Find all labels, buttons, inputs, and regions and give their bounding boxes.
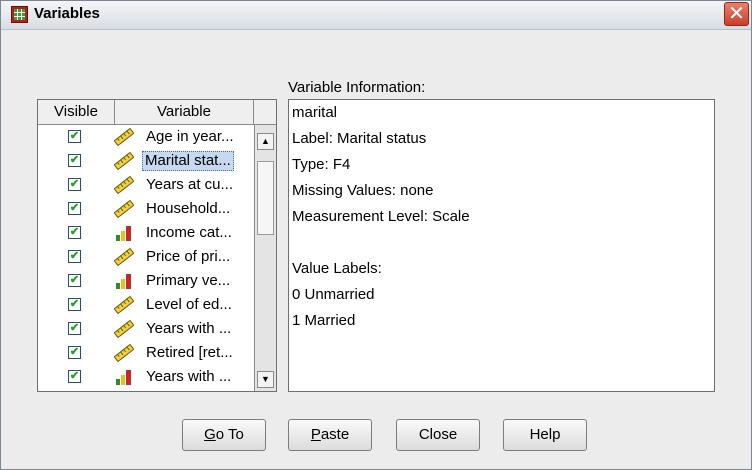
variable-list[interactable]: Visible Variable ✔ Age in year... ✔ Marital… [37, 99, 277, 392]
variable-row-label: Years at cu... [146, 176, 233, 193]
info-line: Missing Values: none [292, 182, 434, 199]
variable-row[interactable]: ✔ Level of ed... [38, 293, 254, 317]
close-window-button[interactable]: ✕ [724, 2, 749, 26]
go-to-mnemonic: G [204, 426, 216, 443]
variable-row[interactable]: ✔ Household... [38, 197, 254, 221]
variable-row[interactable]: ✔ Age in year... [38, 125, 254, 149]
visible-checkbox[interactable]: ✔ [68, 322, 81, 335]
variable-row-label: Years with ... [146, 320, 232, 337]
visible-checkbox[interactable]: ✔ [68, 274, 81, 287]
scale-ruler-icon [113, 319, 135, 339]
variable-row-label: Level of ed... [146, 296, 232, 313]
info-line: marital [292, 104, 338, 121]
info-line: Label: Marital status [292, 130, 427, 147]
variable-row[interactable]: ✔ Years with ... [38, 317, 254, 341]
window-title: Variables [34, 5, 100, 22]
variable-row[interactable]: ✔ Income cat... [38, 221, 254, 245]
ordinal-bars-icon [114, 272, 134, 290]
variable-row-label: Household... [146, 200, 231, 217]
list-header: Visible Variable [38, 100, 276, 125]
app-grid-icon [11, 6, 28, 23]
scale-ruler-icon [113, 343, 135, 363]
visible-checkbox[interactable]: ✔ [68, 346, 81, 359]
scale-ruler-icon [113, 127, 135, 147]
help-button[interactable]: Help [503, 419, 587, 451]
column-header-spacer [254, 100, 276, 124]
visible-checkbox[interactable]: ✔ [68, 370, 81, 383]
visible-checkbox[interactable]: ✔ [68, 130, 81, 143]
info-line: 0 Unmarried [292, 286, 375, 303]
paste-button[interactable]: Paste [288, 419, 372, 451]
title-bar: Variables ✕ [1, 1, 751, 30]
variable-row-label: Primary ve... [146, 272, 231, 289]
visible-checkbox[interactable]: ✔ [68, 298, 81, 311]
variable-row[interactable]: ✔ Price of pri... [38, 245, 254, 269]
vertical-scrollbar[interactable]: ▲ ▼ [254, 125, 276, 391]
scale-ruler-icon [113, 199, 135, 219]
variable-information-box: marital Label: Marital status Type: F4 Miss… [288, 99, 715, 392]
scale-ruler-icon [113, 295, 135, 315]
go-to-button[interactable]: Go To [182, 419, 266, 451]
scale-ruler-icon [113, 175, 135, 195]
visible-checkbox[interactable]: ✔ [68, 178, 81, 191]
close-button[interactable]: Close [396, 419, 480, 451]
scroll-down-button[interactable]: ▼ [257, 371, 274, 388]
variable-row[interactable]: ✔ Marital stat... [38, 149, 254, 173]
visible-checkbox[interactable]: ✔ [68, 226, 81, 239]
info-line: 1 Married [292, 312, 356, 329]
variable-rows: ✔ Age in year... ✔ Marital stat... ✔ Years at… [38, 125, 254, 389]
variable-row-label: Years with ... [146, 368, 232, 385]
column-header-variable[interactable]: Variable [115, 100, 254, 124]
variables-dialog: Variables ✕ Variable Information: Visibl… [0, 0, 752, 470]
variable-row[interactable]: ✔ Retired [ret... [38, 341, 254, 365]
variable-row[interactable]: ✔ Years at cu... [38, 173, 254, 197]
scale-ruler-icon [113, 247, 135, 267]
variable-row[interactable]: ✔ Primary ve... [38, 269, 254, 293]
variable-row-label: Marital stat... [142, 151, 234, 171]
variable-row-label: Age in year... [146, 128, 234, 145]
info-line: Value Labels: [292, 260, 382, 277]
variable-row[interactable]: ✔ Years with ... [38, 365, 254, 389]
ordinal-bars-icon [114, 368, 134, 386]
scroll-thumb[interactable] [257, 161, 274, 235]
scroll-up-button[interactable]: ▲ [257, 133, 274, 150]
visible-checkbox[interactable]: ✔ [68, 250, 81, 263]
paste-label: aste [320, 426, 350, 443]
visible-checkbox[interactable]: ✔ [68, 202, 81, 215]
info-line: Type: F4 [292, 156, 351, 173]
scale-ruler-icon [113, 151, 135, 171]
go-to-label: o To [215, 426, 244, 443]
ordinal-bars-icon [114, 224, 134, 242]
variable-row-label: Income cat... [146, 224, 232, 241]
variable-information-label: Variable Information: [288, 79, 426, 96]
visible-checkbox[interactable]: ✔ [68, 154, 81, 167]
variable-row-label: Price of pri... [146, 248, 231, 265]
variable-row-label: Retired [ret... [146, 344, 233, 361]
column-header-visible[interactable]: Visible [38, 100, 115, 124]
info-line: Measurement Level: Scale [292, 208, 470, 225]
paste-mnemonic: P [310, 426, 321, 443]
